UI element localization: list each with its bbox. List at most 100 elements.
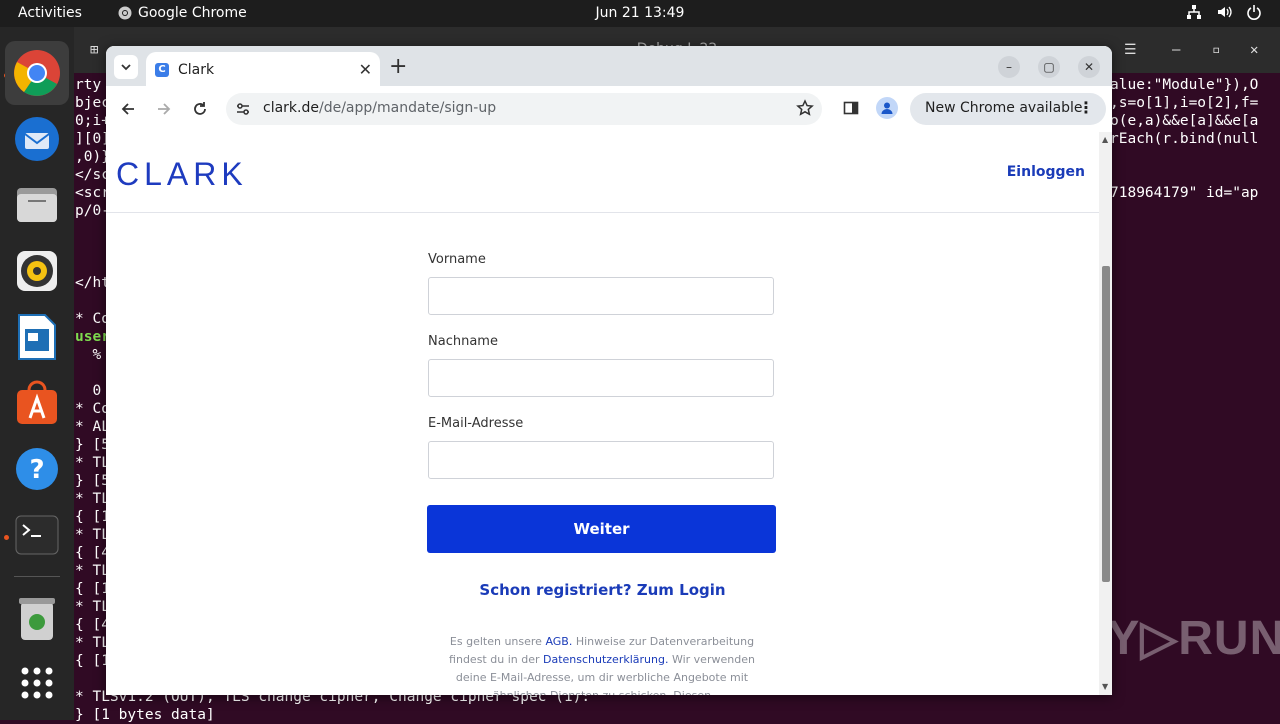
more-menu-icon: ⋮	[1078, 98, 1094, 117]
first-name-label: Vorname	[428, 252, 486, 267]
files-icon[interactable]	[5, 173, 69, 237]
site-header: CLARK Einloggen	[106, 132, 1099, 213]
app-grid-icon[interactable]	[5, 651, 69, 715]
email-field[interactable]	[428, 441, 774, 479]
last-name-field[interactable]	[428, 359, 774, 397]
close-window-button[interactable]: ✕	[1078, 56, 1100, 78]
new-tab-button[interactable]: +	[389, 54, 407, 79]
terminal-line: } [5	[75, 473, 110, 489]
web-page: CLARK Einloggen Vorname Nachname E-Mail-…	[106, 132, 1099, 695]
site-settings-icon[interactable]	[235, 101, 251, 117]
terminal-line: * TL	[75, 599, 110, 615]
browser-toolbar: clark.de/de/app/mandate/sign-up New Chro…	[106, 86, 1112, 133]
arrow-left-icon	[121, 103, 134, 115]
terminal-line: 0;i+	[75, 113, 110, 129]
login-link[interactable]: Einloggen	[1007, 164, 1085, 180]
clark-favicon-icon: C	[155, 63, 169, 77]
back-button[interactable]	[117, 98, 139, 120]
chrome-icon[interactable]	[5, 41, 69, 105]
terminal-line: 0	[75, 383, 102, 399]
clark-logo[interactable]: CLARK	[116, 156, 248, 193]
tab-strip: C Clark ✕ + – ▢ ✕	[106, 46, 1112, 86]
terminal-maximize-icon[interactable]: ▫	[1212, 41, 1220, 59]
network-icon	[1187, 5, 1201, 19]
privacy-policy-link[interactable]: Datenschutzerklärung.	[543, 653, 668, 666]
terminal-line: { [4	[75, 617, 110, 633]
profile-avatar[interactable]	[876, 97, 898, 119]
thunderbird-icon[interactable]	[5, 107, 69, 171]
terminal-menu-icon[interactable]: ☰	[1124, 41, 1137, 59]
terminal-line: user	[75, 329, 110, 345]
chrome-window: C Clark ✕ + – ▢ ✕ clark.de/de/app/mandat…	[106, 46, 1112, 695]
update-label: New Chrome available	[925, 100, 1083, 116]
help-icon[interactable]: ?	[5, 437, 69, 501]
terminal-line: * TL	[75, 491, 110, 507]
terminal-line: { [4	[75, 545, 110, 561]
person-icon	[881, 102, 893, 114]
terminal-line: * AL	[75, 419, 110, 435]
trash-icon[interactable]	[5, 587, 69, 651]
terminal-line: 718964179" id="ap	[1110, 185, 1259, 201]
dock-separator	[14, 576, 60, 577]
terminal-line: <scr	[75, 185, 110, 201]
rhythmbox-icon[interactable]	[5, 239, 69, 303]
terminal-line: * Co	[75, 401, 110, 417]
terminal-line: { [1	[75, 581, 110, 597]
terminal-line: ,s=o[1],i=o[2],f=	[1110, 95, 1259, 111]
reload-icon	[194, 102, 206, 115]
maximize-button[interactable]: ▢	[1038, 56, 1060, 78]
terminal-line: * TL	[75, 455, 110, 471]
chrome-update-button[interactable]: New Chrome available ⋮	[910, 93, 1106, 125]
url-path: /de/app/mandate/sign-up	[318, 100, 497, 116]
bookmark-star-icon[interactable]	[796, 99, 814, 117]
forward-button[interactable]	[153, 98, 175, 120]
scroll-down-icon[interactable]: ▼	[1102, 682, 1108, 691]
terminal-icon[interactable]	[5, 503, 69, 567]
legal-notice: Es gelten unsere AGB. Hinweise zur Daten…	[444, 633, 760, 695]
power-icon	[1247, 5, 1261, 20]
app-center-icon[interactable]	[5, 371, 69, 435]
terminal-line: ][0]	[75, 131, 110, 147]
address-bar[interactable]: clark.de/de/app/mandate/sign-up	[226, 93, 822, 125]
terminal-line: } [5	[75, 437, 110, 453]
terminal-line: { [1	[75, 509, 110, 525]
side-panel-icon[interactable]	[843, 100, 859, 116]
system-tray[interactable]	[1186, 4, 1262, 20]
url-text: clark.de/de/app/mandate/sign-up	[263, 100, 496, 116]
login-redirect-link[interactable]: Schon registriert? Zum Login	[106, 581, 1099, 599]
terminal-line: alue:"Module"}),O	[1110, 77, 1259, 93]
active-app-menu[interactable]: Google Chrome	[118, 5, 247, 21]
terminal-line: * Co	[75, 311, 110, 327]
svg-text:?: ?	[29, 455, 44, 485]
tab-close-icon[interactable]: ✕	[359, 60, 372, 79]
continue-button[interactable]: Weiter	[427, 505, 776, 553]
terminal-line: o(e,a)&&e[a]&&e[a	[1110, 113, 1259, 129]
activities-button[interactable]: Activities	[18, 5, 82, 21]
terminal-line: } [1 bytes data]	[75, 707, 215, 723]
terminal-line: bjec	[75, 95, 110, 111]
tab-clark[interactable]: C Clark ✕	[146, 52, 380, 86]
chrome-small-icon	[118, 6, 132, 20]
first-name-field[interactable]	[428, 277, 774, 315]
terminal-line: rEach(r.bind(null	[1110, 131, 1259, 147]
tab-search-button[interactable]	[114, 55, 138, 79]
reload-button[interactable]	[189, 98, 211, 120]
terminal-close-icon[interactable]: ✕	[1250, 41, 1258, 59]
agb-link[interactable]: AGB.	[545, 635, 572, 648]
scroll-thumb[interactable]	[1102, 266, 1110, 582]
writer-icon[interactable]	[5, 305, 69, 369]
dock: ?	[0, 27, 74, 720]
system-top-bar: Activities Google Chrome Jun 21 13:49	[0, 0, 1280, 27]
terminal-line: ,0)}	[75, 149, 110, 165]
terminal-line: * TL	[75, 527, 110, 543]
terminal-line: p/0-	[75, 203, 110, 219]
terminal-minimize-icon[interactable]: –	[1172, 41, 1180, 59]
email-label: E-Mail-Adresse	[428, 416, 524, 431]
terminal-line: </sc	[75, 167, 110, 183]
page-scrollbar[interactable]: ▲ ▼	[1099, 132, 1112, 695]
scroll-up-icon[interactable]: ▲	[1102, 135, 1108, 144]
minimize-button[interactable]: –	[998, 56, 1020, 78]
tab-title: Clark	[178, 62, 215, 78]
chevron-down-icon	[121, 64, 131, 71]
url-host: clark.de	[263, 100, 319, 116]
